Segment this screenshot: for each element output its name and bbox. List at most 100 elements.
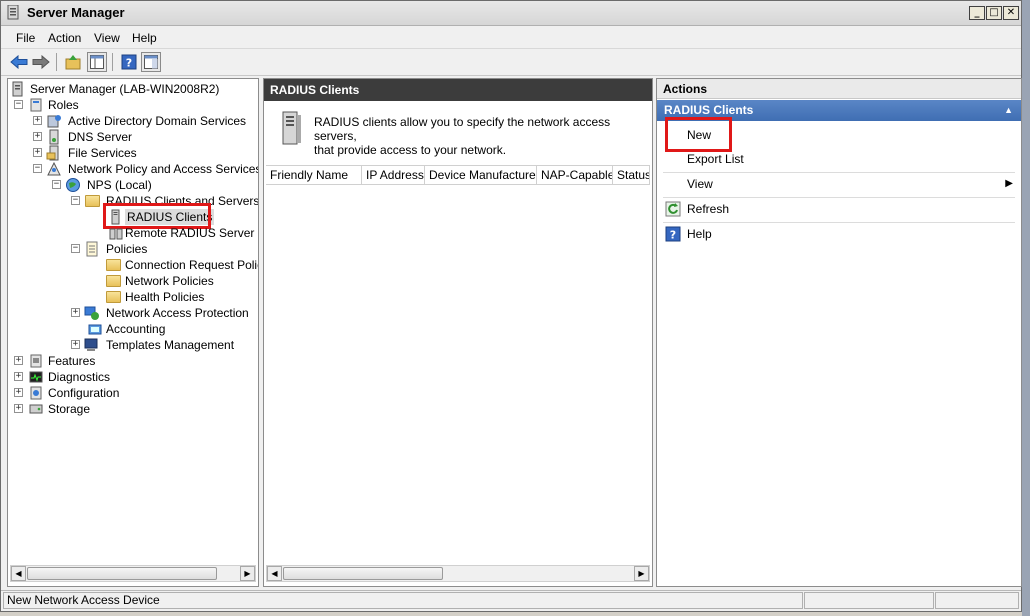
action-export-list[interactable]: Export List xyxy=(657,148,1021,170)
column-header-friendly-name[interactable]: Friendly Name xyxy=(266,166,362,184)
menu-help[interactable]: Help xyxy=(132,31,157,45)
folder-icon xyxy=(85,195,100,207)
description-text: RADIUS clients allow you to specify the … xyxy=(314,115,644,157)
results-horizontal-scrollbar[interactable]: ◀ ▶ xyxy=(266,565,650,582)
action-view[interactable]: View ▶ xyxy=(657,173,1021,195)
policies-icon xyxy=(86,241,98,257)
expand-icon[interactable]: + xyxy=(33,116,42,125)
templates-icon xyxy=(84,338,98,351)
collapse-icon[interactable]: − xyxy=(33,164,42,173)
tree-horizontal-scrollbar[interactable]: ◀ ▶ xyxy=(10,565,256,582)
expand-icon[interactable]: + xyxy=(14,356,23,365)
minimize-button[interactable]: _ xyxy=(969,6,985,20)
action-refresh[interactable]: Refresh xyxy=(657,198,1021,220)
tree-label: Storage xyxy=(48,402,91,416)
action-label: Export List xyxy=(687,152,744,166)
server-icon xyxy=(12,81,23,97)
action-label: Refresh xyxy=(687,202,730,216)
status-text: New Network Access Device xyxy=(3,592,803,609)
refresh-icon xyxy=(665,201,681,217)
expand-icon[interactable]: + xyxy=(33,148,42,157)
tree-label: Network Policy and Access Services xyxy=(68,162,259,176)
title-bar[interactable]: Server Manager _ □ ✕ xyxy=(1,1,1021,26)
show-hide-console-tree-icon[interactable] xyxy=(87,52,107,72)
tree-label: DNS Server xyxy=(68,130,133,144)
highlight-box-new xyxy=(665,117,732,152)
expand-icon[interactable]: + xyxy=(71,308,80,317)
folder-icon xyxy=(106,259,121,271)
collapse-icon[interactable]: − xyxy=(71,244,80,253)
list-column-headers: Friendly Name IP Address Device Manufact… xyxy=(266,165,650,185)
collapse-arrow-icon[interactable]: ▲ xyxy=(1004,100,1013,121)
description-line: that provide access to your network. xyxy=(314,143,507,157)
expand-icon[interactable]: + xyxy=(33,132,42,141)
expand-icon[interactable]: + xyxy=(14,404,23,413)
menu-view[interactable]: View xyxy=(94,31,120,45)
tree-label: Connection Request Policies xyxy=(125,258,258,272)
maximize-button[interactable]: □ xyxy=(986,6,1002,20)
active-directory-icon xyxy=(47,115,61,128)
action-help[interactable]: ? Help xyxy=(657,223,1021,245)
action-label: Help xyxy=(687,227,712,241)
submenu-arrow-icon: ▶ xyxy=(1005,178,1013,189)
radius-server-icon xyxy=(282,111,301,145)
properties-icon[interactable] xyxy=(141,52,161,72)
window-title: Server Manager xyxy=(27,5,125,20)
tree-label: Policies xyxy=(106,242,148,256)
menu-bar: File Action View Help xyxy=(1,26,1021,49)
scroll-left-arrow-icon[interactable]: ◀ xyxy=(11,566,26,581)
tree-label: Network Policies xyxy=(125,274,214,288)
tree-label: Health Policies xyxy=(125,290,205,304)
scroll-left-arrow-icon[interactable]: ◀ xyxy=(267,566,282,581)
actions-pane: Actions RADIUS Clients ▲ New Export List… xyxy=(656,78,1022,587)
features-icon xyxy=(30,354,42,368)
network-policy-icon xyxy=(47,161,61,176)
tree-label: Templates Management xyxy=(106,338,235,352)
forward-arrow-icon[interactable] xyxy=(31,52,51,72)
menu-action[interactable]: Action xyxy=(48,31,81,45)
remote-server-group-icon xyxy=(109,228,123,240)
scroll-right-arrow-icon[interactable]: ▶ xyxy=(634,566,649,581)
tree-label: Configuration xyxy=(48,386,120,400)
collapse-icon[interactable]: − xyxy=(14,100,23,109)
results-pane-header: RADIUS Clients xyxy=(264,79,652,101)
server-manager-window: Server Manager _ □ ✕ File Action View He… xyxy=(0,0,1022,612)
scroll-right-arrow-icon[interactable]: ▶ xyxy=(240,566,255,581)
toolbar-separator xyxy=(56,53,57,71)
expand-icon[interactable]: + xyxy=(14,372,23,381)
column-header-device-manufacturer[interactable]: Device Manufacturer xyxy=(425,166,537,184)
scroll-thumb[interactable] xyxy=(27,567,217,580)
console-tree-pane: Server Manager (LAB-WIN2008R2) − Roles +… xyxy=(7,78,259,587)
column-header-nap-capable[interactable]: NAP-Capable xyxy=(537,166,613,184)
actions-header: Actions xyxy=(657,79,1021,99)
column-header-ip-address[interactable]: IP Address xyxy=(362,166,425,184)
tree-label: Features xyxy=(48,354,96,368)
server-manager-app-icon xyxy=(7,5,19,20)
column-header-status[interactable]: Status xyxy=(613,166,650,184)
collapse-icon[interactable]: − xyxy=(71,196,80,205)
accounting-icon xyxy=(88,324,102,335)
configuration-icon xyxy=(30,386,42,400)
tree-label: Roles xyxy=(48,98,79,112)
tree-label: Network Access Protection xyxy=(106,306,249,320)
tree-label: NPS (Local) xyxy=(87,178,152,192)
nps-globe-icon xyxy=(66,178,80,192)
close-button[interactable]: ✕ xyxy=(1003,6,1019,20)
svg-text:?: ? xyxy=(670,229,676,242)
status-panel-3 xyxy=(935,592,1019,609)
expand-icon[interactable]: + xyxy=(14,388,23,397)
nap-icon xyxy=(84,306,99,320)
up-folder-icon[interactable] xyxy=(63,52,83,72)
collapse-icon[interactable]: − xyxy=(52,180,61,189)
tree-label: Server Manager (LAB-WIN2008R2) xyxy=(30,82,220,96)
expand-icon[interactable]: + xyxy=(71,340,80,349)
toolbar-separator xyxy=(112,53,113,71)
results-pane: RADIUS Clients RADIUS clients allow you … xyxy=(263,78,653,587)
scroll-thumb[interactable] xyxy=(283,567,443,580)
status-bar: New Network Access Device xyxy=(1,590,1021,611)
help-icon[interactable]: ? xyxy=(119,52,139,72)
description-line: RADIUS clients allow you to specify the … xyxy=(314,115,611,143)
menu-file[interactable]: File xyxy=(16,31,35,45)
dns-icon xyxy=(49,129,59,145)
back-arrow-icon[interactable] xyxy=(9,52,29,72)
